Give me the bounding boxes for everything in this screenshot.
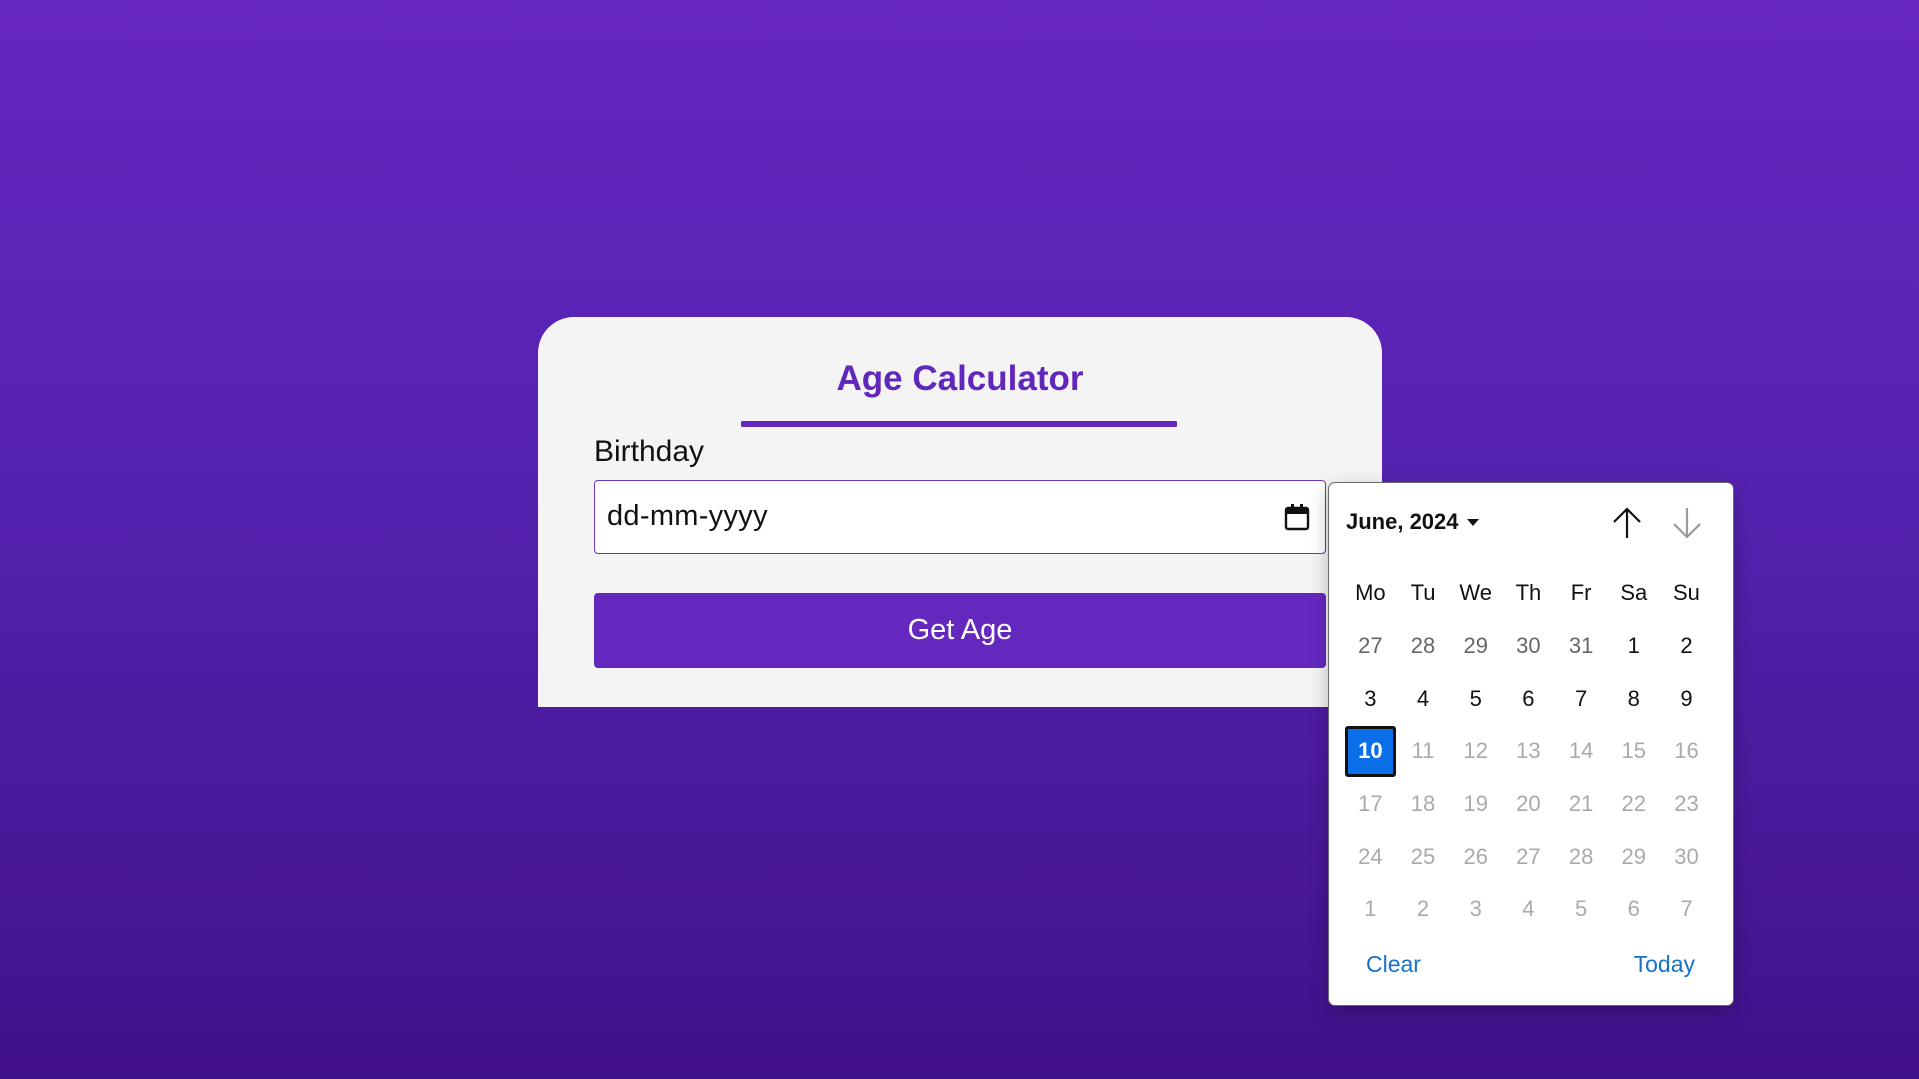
age-calculator-card: Age Calculator Birthday dd-mm-yyyy Get A… <box>538 317 1382 707</box>
calendar-icon[interactable] <box>1283 502 1311 532</box>
arrow-down-icon[interactable] <box>1669 504 1705 542</box>
day-cell: 20 <box>1516 791 1541 817</box>
clear-button[interactable]: Clear <box>1366 951 1421 978</box>
date-placeholder: dd-mm-yyyy <box>607 500 768 532</box>
day-cell: 29 <box>1621 843 1647 869</box>
day-cell[interactable]: 5 <box>1449 672 1502 725</box>
day-cell: 26 <box>1463 843 1488 869</box>
caret-down-icon <box>1466 518 1479 526</box>
day-cell: 1 <box>1364 896 1377 922</box>
birthday-date-input[interactable]: dd-mm-yyyy <box>594 480 1326 554</box>
date-picker-popup: June, 2024 Mo Tu We Th Fr Sa Su 27 28 29 30 31 1 2 3 4 5… <box>1328 482 1734 1006</box>
weekday-header: Sa <box>1620 580 1648 606</box>
day-cell[interactable]: 27 <box>1344 620 1397 673</box>
month-year-selector[interactable]: June, 2024 <box>1346 509 1479 535</box>
day-cell: 28 <box>1568 843 1594 869</box>
day-cell: 17 <box>1358 791 1383 817</box>
day-cell[interactable]: 3 <box>1344 672 1397 725</box>
day-cell[interactable]: 2 <box>1660 620 1713 673</box>
day-cell: 21 <box>1568 791 1594 817</box>
calendar-grid: Mo Tu We Th Fr Sa Su 27 28 29 30 31 1 2 3 4 5 6 7 8 9 10 11 12 1… <box>1344 567 1713 936</box>
month-year-label: June, 2024 <box>1346 509 1459 534</box>
picker-footer: Clear Today <box>1329 951 1733 987</box>
day-cell[interactable]: 4 <box>1397 672 1450 725</box>
day-cell: 2 <box>1416 896 1430 922</box>
arrow-up-icon[interactable] <box>1609 504 1645 542</box>
day-cell: 4 <box>1522 896 1535 922</box>
get-age-button[interactable]: Get Age <box>594 593 1326 668</box>
weekday-header: Su <box>1673 580 1700 606</box>
weekday-header: Fr <box>1570 580 1592 606</box>
day-cell: 25 <box>1410 843 1436 869</box>
day-cell-selected[interactable]: 10 <box>1345 726 1396 777</box>
card-title: Age Calculator <box>836 359 1084 398</box>
day-cell: 16 <box>1674 738 1699 764</box>
day-cell: 23 <box>1674 791 1699 817</box>
day-cell[interactable]: 29 <box>1449 620 1502 673</box>
day-cell[interactable]: 7 <box>1555 672 1608 725</box>
weekday-header: We <box>1459 580 1493 606</box>
day-cell[interactable]: 1 <box>1607 620 1660 673</box>
day-cell[interactable]: 9 <box>1660 672 1713 725</box>
day-cell[interactable]: 8 <box>1607 672 1660 725</box>
weekday-header: Th <box>1515 580 1542 606</box>
day-cell: 30 <box>1674 843 1699 869</box>
day-cell: 18 <box>1410 791 1436 817</box>
day-cell: 27 <box>1516 843 1541 869</box>
day-cell: 24 <box>1358 843 1383 869</box>
day-cell: 19 <box>1463 791 1488 817</box>
day-cell: 22 <box>1621 791 1647 817</box>
day-cell[interactable]: 28 <box>1397 620 1450 673</box>
day-cell: 13 <box>1516 738 1541 764</box>
day-cell: 12 <box>1463 738 1488 764</box>
day-cell: 7 <box>1680 896 1693 922</box>
day-cell: 3 <box>1469 896 1482 922</box>
weekday-header: Tu <box>1410 580 1436 606</box>
day-cell: 15 <box>1621 738 1647 764</box>
day-cell[interactable]: 30 <box>1502 620 1555 673</box>
day-cell[interactable]: 31 <box>1555 620 1608 673</box>
birthday-label: Birthday <box>594 435 705 468</box>
day-cell: 6 <box>1627 896 1640 922</box>
day-cell: 5 <box>1574 896 1588 922</box>
day-cell: 11 <box>1411 738 1435 764</box>
today-button[interactable]: Today <box>1634 951 1695 978</box>
day-cell: 14 <box>1568 738 1594 764</box>
title-underline <box>741 421 1177 427</box>
day-cell[interactable]: 6 <box>1502 672 1555 725</box>
weekday-header: Mo <box>1355 580 1386 606</box>
